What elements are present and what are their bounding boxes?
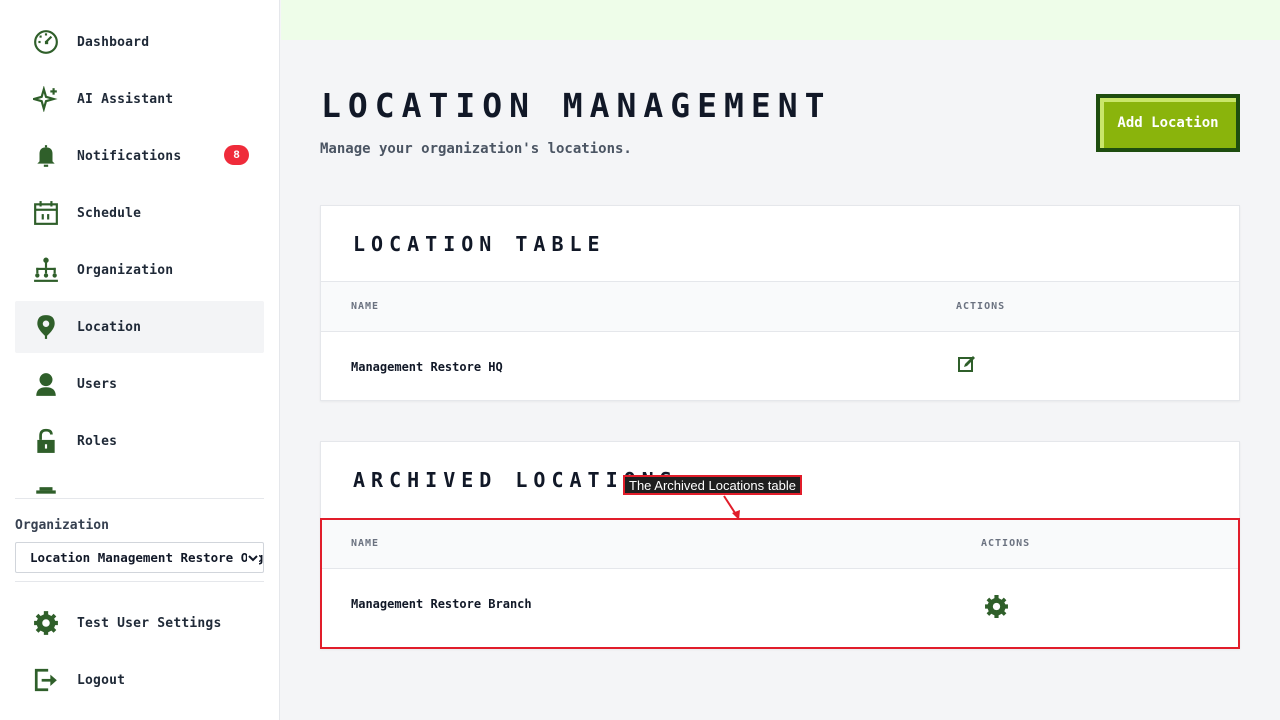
calendar-icon xyxy=(33,200,59,226)
edit-icon[interactable] xyxy=(958,355,976,377)
sidebar-item-label: Organization xyxy=(77,262,174,278)
dashboard-icon xyxy=(33,29,59,55)
location-table-title: LOCATION TABLE xyxy=(353,232,606,256)
sidebar-item-user-settings[interactable]: Test User Settings xyxy=(15,597,264,649)
sidebar-item-ai-assistant[interactable]: AI Assistant xyxy=(15,73,264,125)
chevron-down-icon xyxy=(247,551,259,565)
page-subtitle: Manage your organization's locations. xyxy=(320,141,632,157)
location-table-card: LOCATION TABLE NAME ACTIONS Management R… xyxy=(320,205,1240,401)
sidebar-item-label: Users xyxy=(77,376,118,392)
column-header-actions: ACTIONS xyxy=(956,301,1006,312)
page-title: LOCATION MANAGEMENT xyxy=(321,86,832,125)
sidebar-item-location[interactable]: Location xyxy=(15,301,264,353)
divider xyxy=(15,498,264,499)
archived-location-name-cell: Management Restore Branch xyxy=(351,597,532,611)
organization-label: Organization xyxy=(15,518,109,533)
sidebar-item-label: Roles xyxy=(77,433,118,449)
annotation-label: The Archived Locations table xyxy=(623,475,802,495)
sidebar-item-notifications[interactable]: Notifications 8 xyxy=(15,130,264,182)
top-bar xyxy=(281,0,1280,40)
sparkle-icon xyxy=(33,86,59,112)
table-row: Management Restore HQ xyxy=(321,333,1239,400)
sidebar-item-dashboard[interactable]: Dashboard xyxy=(15,16,264,68)
divider xyxy=(15,581,264,582)
logout-icon xyxy=(33,667,59,693)
add-location-button[interactable]: Add Location xyxy=(1096,94,1240,152)
organization-select[interactable]: Location Management Restore Org xyxy=(15,542,264,573)
unlock-icon xyxy=(33,428,59,454)
sidebar-item-label: Location xyxy=(77,319,142,335)
main-content: LOCATION MANAGEMENT Manage your organiza… xyxy=(281,40,1280,720)
location-pin-icon xyxy=(33,314,59,340)
user-icon xyxy=(33,371,59,397)
column-header-name: NAME xyxy=(351,538,380,549)
sidebar-item-label: Schedule xyxy=(77,205,142,221)
sidebar: Dashboard AI Assistant Notifications 8 S… xyxy=(0,0,280,720)
sidebar-nav: Dashboard AI Assistant Notifications 8 S… xyxy=(15,0,264,498)
sidebar-item-label: AI Assistant xyxy=(77,91,174,107)
partial-icon xyxy=(33,485,59,498)
archived-table-header: NAME ACTIONS xyxy=(321,518,1239,569)
sidebar-item-label: Notifications xyxy=(77,148,182,164)
table-row: Management Restore Branch xyxy=(321,570,1239,637)
archived-locations-card: ARCHIVED LOCATIONS NAME ACTIONS Manageme… xyxy=(320,441,1240,649)
sidebar-item-more[interactable] xyxy=(15,472,264,498)
sidebar-item-schedule[interactable]: Schedule xyxy=(15,187,264,239)
location-table-header: NAME ACTIONS xyxy=(321,281,1239,332)
annotation-arrow-icon xyxy=(723,495,740,520)
sidebar-item-roles[interactable]: Roles xyxy=(15,415,264,467)
location-name-cell: Management Restore HQ xyxy=(351,360,503,374)
sidebar-item-organization[interactable]: Organization xyxy=(15,244,264,296)
gear-icon xyxy=(33,610,59,636)
sidebar-item-label: Dashboard xyxy=(77,34,150,50)
gear-icon[interactable] xyxy=(984,594,1009,623)
column-header-name: NAME xyxy=(351,301,380,312)
organization-selector-section: Organization Location Management Restore… xyxy=(15,518,264,573)
sidebar-bottom-nav: Test User Settings Logout xyxy=(15,597,264,711)
bell-icon xyxy=(33,143,59,169)
sidebar-item-label: Logout xyxy=(77,672,126,688)
sidebar-item-logout[interactable]: Logout xyxy=(15,654,264,706)
column-header-actions: ACTIONS xyxy=(981,538,1031,549)
org-chart-icon xyxy=(33,257,59,283)
notification-count-badge: 8 xyxy=(224,145,249,165)
organization-select-value: Location Management Restore Org xyxy=(30,550,264,565)
sidebar-item-users[interactable]: Users xyxy=(15,358,264,410)
sidebar-item-label: Test User Settings xyxy=(77,615,222,631)
